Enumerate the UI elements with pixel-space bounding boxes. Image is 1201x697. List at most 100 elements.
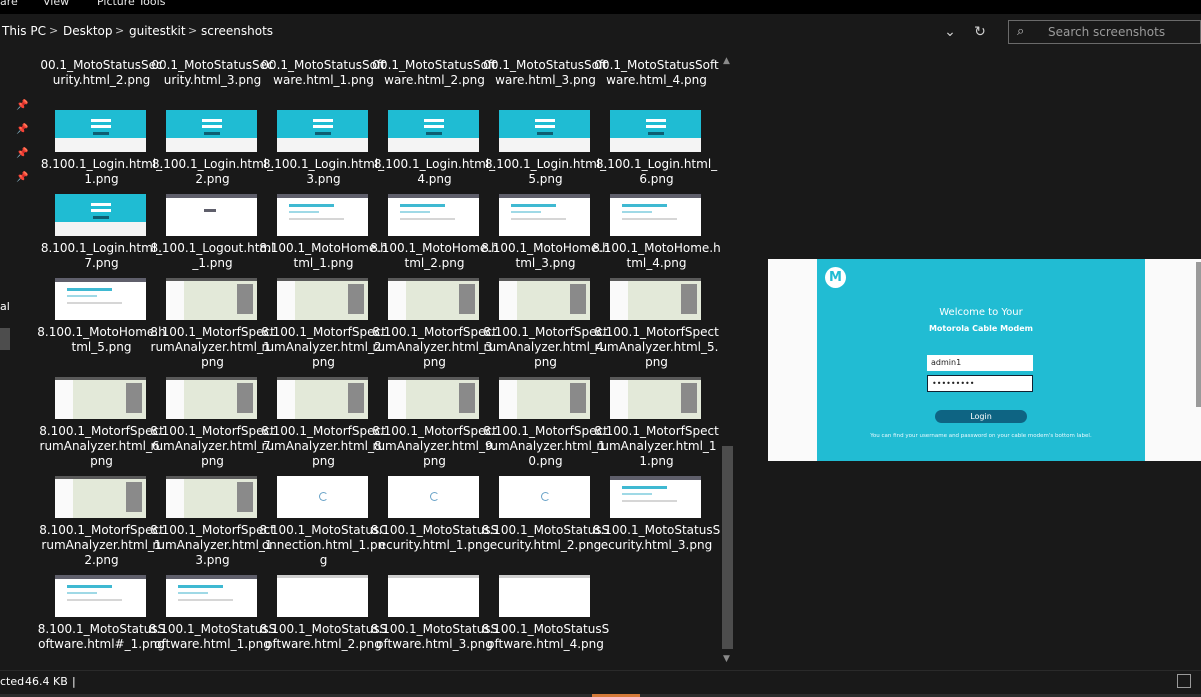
breadcrumb-separator[interactable]: > bbox=[115, 24, 124, 37]
file-name[interactable]: 8.100.1_MotoStatusSecurity.html_2.png bbox=[481, 523, 610, 553]
pin-icon[interactable]: 📌 bbox=[16, 148, 28, 160]
scrollbar-thumb[interactable] bbox=[722, 446, 733, 649]
file-name[interactable]: 8.100.1_MotoHome.html_4.png bbox=[592, 241, 720, 271]
file-name[interactable]: 8.100.1_Login.html_7.png bbox=[37, 241, 166, 271]
file-thumbnail[interactable] bbox=[277, 278, 368, 320]
file-name[interactable]: 8.100.1_MotoStatusSoftware.html#_1.png bbox=[37, 622, 166, 652]
preview-scrollbar[interactable] bbox=[1196, 262, 1201, 407]
file-name[interactable]: 8.100.1_MotorfSpectrumAnalyzer.html_3.pn… bbox=[370, 325, 499, 370]
file-name[interactable]: 8.100.1_Login.html_2.png bbox=[148, 157, 277, 187]
file-thumbnail[interactable] bbox=[499, 377, 590, 419]
file-name[interactable]: 8.100.1_MotorfSpectrumAnalyzer.html_11.p… bbox=[592, 424, 720, 469]
file-thumbnail[interactable] bbox=[55, 110, 146, 152]
file-name[interactable]: 8.100.1_MotorfSpectrumAnalyzer.html_1.pn… bbox=[148, 325, 277, 370]
file-thumbnail[interactable] bbox=[277, 575, 368, 617]
tab-share[interactable]: are bbox=[0, 0, 18, 8]
file-name[interactable]: 8.100.1_Login.html_3.png bbox=[259, 157, 388, 187]
file-thumbnail[interactable] bbox=[277, 377, 368, 419]
file-name[interactable]: 8.100.1_MotoStatusSoftware.html_2.png bbox=[259, 622, 388, 652]
file-thumbnail[interactable] bbox=[499, 575, 590, 617]
breadcrumb-this-pc[interactable]: This PC bbox=[2, 24, 46, 38]
details-view-icon[interactable] bbox=[1177, 674, 1191, 688]
pin-icon[interactable]: 📌 bbox=[16, 100, 28, 112]
file-name[interactable]: 8.100.1_MotorfSpectrumAnalyzer.html_5.pn… bbox=[592, 325, 720, 370]
file-thumbnail[interactable] bbox=[277, 110, 368, 152]
file-name[interactable]: 8.100.1_MotorfSpectrumAnalyzer.html_10.p… bbox=[481, 424, 610, 469]
file-thumbnail[interactable] bbox=[388, 110, 479, 152]
file-name[interactable]: 8.100.1_MotorfSpectrumAnalyzer.html_13.p… bbox=[148, 523, 277, 568]
file-thumbnail[interactable] bbox=[610, 278, 701, 320]
file-thumbnail[interactable] bbox=[55, 575, 146, 617]
breadcrumb-separator[interactable]: > bbox=[188, 24, 197, 37]
file-name[interactable]: 00.1_MotoStatusSoftware.html_2.png bbox=[370, 58, 499, 88]
tab-picture-tools[interactable]: Picture Tools bbox=[97, 0, 165, 8]
file-thumbnail[interactable] bbox=[610, 377, 701, 419]
file-name[interactable]: 00.1_MotoStatusSoftware.html_1.png bbox=[259, 58, 388, 88]
file-name[interactable]: 8.100.1_MotorfSpectrumAnalyzer.html_4.pn… bbox=[481, 325, 610, 370]
file-name[interactable]: 00.1_MotoStatusSecurity.html_3.png bbox=[148, 58, 277, 88]
file-name[interactable]: 8.100.1_MotoHome.html_2.png bbox=[370, 241, 499, 271]
file-name[interactable]: 8.100.1_Login.html_6.png bbox=[592, 157, 720, 187]
file-thumbnail[interactable] bbox=[277, 194, 368, 236]
file-name[interactable]: 8.100.1_MotorfSpectrumAnalyzer.html_7.pn… bbox=[148, 424, 277, 469]
file-thumbnail[interactable] bbox=[166, 575, 257, 617]
file-thumbnail[interactable] bbox=[610, 194, 701, 236]
pin-icon[interactable]: 📌 bbox=[16, 172, 28, 184]
search-input[interactable]: ⌕ Search screenshots bbox=[1008, 20, 1201, 44]
file-name[interactable]: 00.1_MotoStatusSecurity.html_2.png bbox=[37, 58, 166, 88]
file-thumbnail[interactable] bbox=[388, 377, 479, 419]
chevron-down-icon[interactable]: ⌄ bbox=[937, 20, 963, 44]
file-thumbnail[interactable] bbox=[277, 476, 368, 518]
file-name[interactable]: 8.100.1_MotorfSpectrumAnalyzer.html_9.pn… bbox=[370, 424, 499, 469]
nav-item-selected[interactable] bbox=[0, 328, 10, 350]
scroll-down-icon[interactable]: ▼ bbox=[723, 654, 730, 664]
file-thumbnail[interactable] bbox=[499, 110, 590, 152]
file-thumbnail[interactable] bbox=[388, 575, 479, 617]
file-name[interactable]: 8.100.1_MotoStatusSoftware.html_4.png bbox=[481, 622, 610, 652]
file-name[interactable]: 8.100.1_Logout.html_1.png bbox=[148, 241, 277, 271]
file-name[interactable]: 8.100.1_MotoHome.html_3.png bbox=[481, 241, 610, 271]
file-thumbnail[interactable] bbox=[499, 278, 590, 320]
file-thumbnail[interactable] bbox=[166, 194, 257, 236]
file-thumbnail[interactable] bbox=[388, 278, 479, 320]
file-name[interactable]: 8.100.1_MotoStatusSecurity.html_1.png bbox=[370, 523, 499, 553]
file-name[interactable]: 8.100.1_MotoHome.html_5.png bbox=[37, 325, 166, 355]
file-thumbnail[interactable] bbox=[55, 194, 146, 236]
tab-view[interactable]: View bbox=[43, 0, 69, 8]
file-name[interactable]: 8.100.1_MotoStatusSecurity.html_3.png bbox=[592, 523, 720, 553]
file-name[interactable]: 8.100.1_MotorfSpectrumAnalyzer.html_6.pn… bbox=[37, 424, 166, 469]
breadcrumb-separator[interactable]: > bbox=[49, 24, 58, 37]
file-thumbnail[interactable] bbox=[388, 194, 479, 236]
file-thumbnail[interactable] bbox=[610, 110, 701, 152]
pin-icon[interactable]: 📌 bbox=[16, 124, 28, 136]
breadcrumb-screenshots[interactable]: screenshots bbox=[201, 24, 273, 38]
file-thumbnail[interactable] bbox=[166, 278, 257, 320]
file-thumbnail[interactable] bbox=[388, 476, 479, 518]
file-thumbnail[interactable] bbox=[55, 278, 146, 320]
vertical-scrollbar[interactable]: ▲ ▼ bbox=[720, 56, 735, 670]
file-name[interactable]: 8.100.1_Login.html_1.png bbox=[37, 157, 166, 187]
file-thumbnail[interactable] bbox=[55, 476, 146, 518]
breadcrumb-desktop[interactable]: Desktop bbox=[63, 24, 113, 38]
file-name[interactable]: 8.100.1_MotoStatusSoftware.html_3.png bbox=[370, 622, 499, 652]
nav-item-label[interactable]: al bbox=[0, 300, 10, 313]
file-name[interactable]: 8.100.1_MotorfSpectrumAnalyzer.html_12.p… bbox=[37, 523, 166, 568]
file-name[interactable]: 8.100.1_MotoStatusConnection.html_1.png bbox=[259, 523, 388, 568]
breadcrumb-guitestkit[interactable]: guitestkit bbox=[129, 24, 186, 38]
file-name[interactable]: 8.100.1_Login.html_5.png bbox=[481, 157, 610, 187]
file-thumbnail[interactable] bbox=[610, 476, 701, 518]
file-name[interactable]: 00.1_MotoStatusSoftware.html_4.png bbox=[592, 58, 720, 88]
file-thumbnail[interactable] bbox=[55, 377, 146, 419]
file-thumbnail[interactable] bbox=[499, 194, 590, 236]
file-name[interactable]: 8.100.1_MotorfSpectrumAnalyzer.html_2.pn… bbox=[259, 325, 388, 370]
file-name[interactable]: 8.100.1_MotoHome.html_1.png bbox=[259, 241, 388, 271]
file-name[interactable]: 00.1_MotoStatusSoftware.html_3.png bbox=[481, 58, 610, 88]
file-thumbnail[interactable] bbox=[499, 476, 590, 518]
scroll-up-icon[interactable]: ▲ bbox=[723, 56, 730, 66]
file-name[interactable]: 8.100.1_MotoStatusSoftware.html_1.png bbox=[148, 622, 277, 652]
file-thumbnail[interactable] bbox=[166, 110, 257, 152]
file-thumbnail[interactable] bbox=[166, 377, 257, 419]
refresh-icon[interactable]: ↻ bbox=[967, 20, 993, 44]
file-name[interactable]: 8.100.1_MotorfSpectrumAnalyzer.html_8.pn… bbox=[259, 424, 388, 469]
file-thumbnail[interactable] bbox=[166, 476, 257, 518]
